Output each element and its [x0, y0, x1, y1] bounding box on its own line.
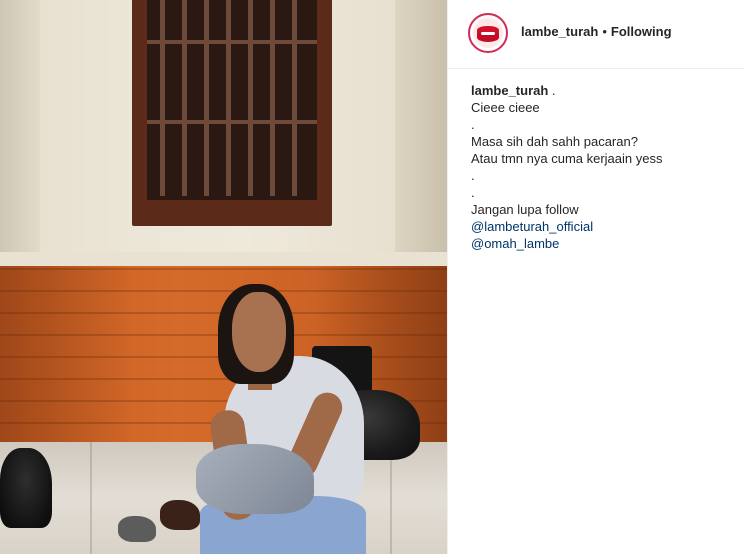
caption-username-suffix: . [548, 83, 556, 98]
window-bar [292, 0, 297, 196]
black-bag [0, 448, 52, 528]
caption-line: Atau tmn nya cuma kerjaain yess [471, 151, 663, 166]
lips-logo-teeth [481, 32, 495, 35]
window-bar [226, 0, 231, 196]
post-sidebar: lambe_turah • Following lambe_turah . Ciee… [447, 0, 745, 554]
mention-link[interactable]: @lambeturah_official [471, 218, 733, 235]
caption-line: Masa sih dah sahh pacaran? [471, 134, 638, 149]
caption-line: . [471, 117, 475, 132]
window-bar [160, 0, 165, 196]
shoe [118, 516, 156, 542]
header-separator: • [602, 24, 607, 39]
window-crossbar [147, 120, 317, 124]
header-text: lambe_turah • Following [521, 24, 672, 39]
window-bar [248, 0, 253, 196]
caption-line: . [471, 168, 475, 183]
wall-pillar [0, 0, 40, 262]
post-media[interactable] [0, 0, 447, 554]
caption-line: . [471, 185, 475, 200]
avatar[interactable] [468, 13, 508, 53]
caption-header: lambe_turah . [471, 82, 733, 99]
window-bar [204, 0, 209, 196]
folded-jacket [196, 444, 314, 514]
post-caption: lambe_turah . Cieee cieee . Masa sih dah… [471, 82, 733, 252]
wall-pillar [395, 0, 447, 262]
floor-line [90, 442, 92, 554]
post-header: lambe_turah • Following [448, 0, 745, 69]
caption-line: Cieee cieee [471, 100, 540, 115]
window-bar [270, 0, 275, 196]
caption-username-link[interactable]: lambe_turah [471, 83, 548, 98]
window-bar [182, 0, 187, 196]
caption-line: Jangan lupa follow [471, 202, 579, 217]
mention-link[interactable]: @omah_lambe [471, 235, 733, 252]
person-face [232, 292, 286, 372]
window-crossbar [147, 40, 317, 44]
following-button[interactable]: Following [611, 24, 672, 39]
lips-logo-icon [473, 18, 503, 48]
shoe [160, 500, 200, 530]
header-username-link[interactable]: lambe_turah [521, 24, 598, 39]
